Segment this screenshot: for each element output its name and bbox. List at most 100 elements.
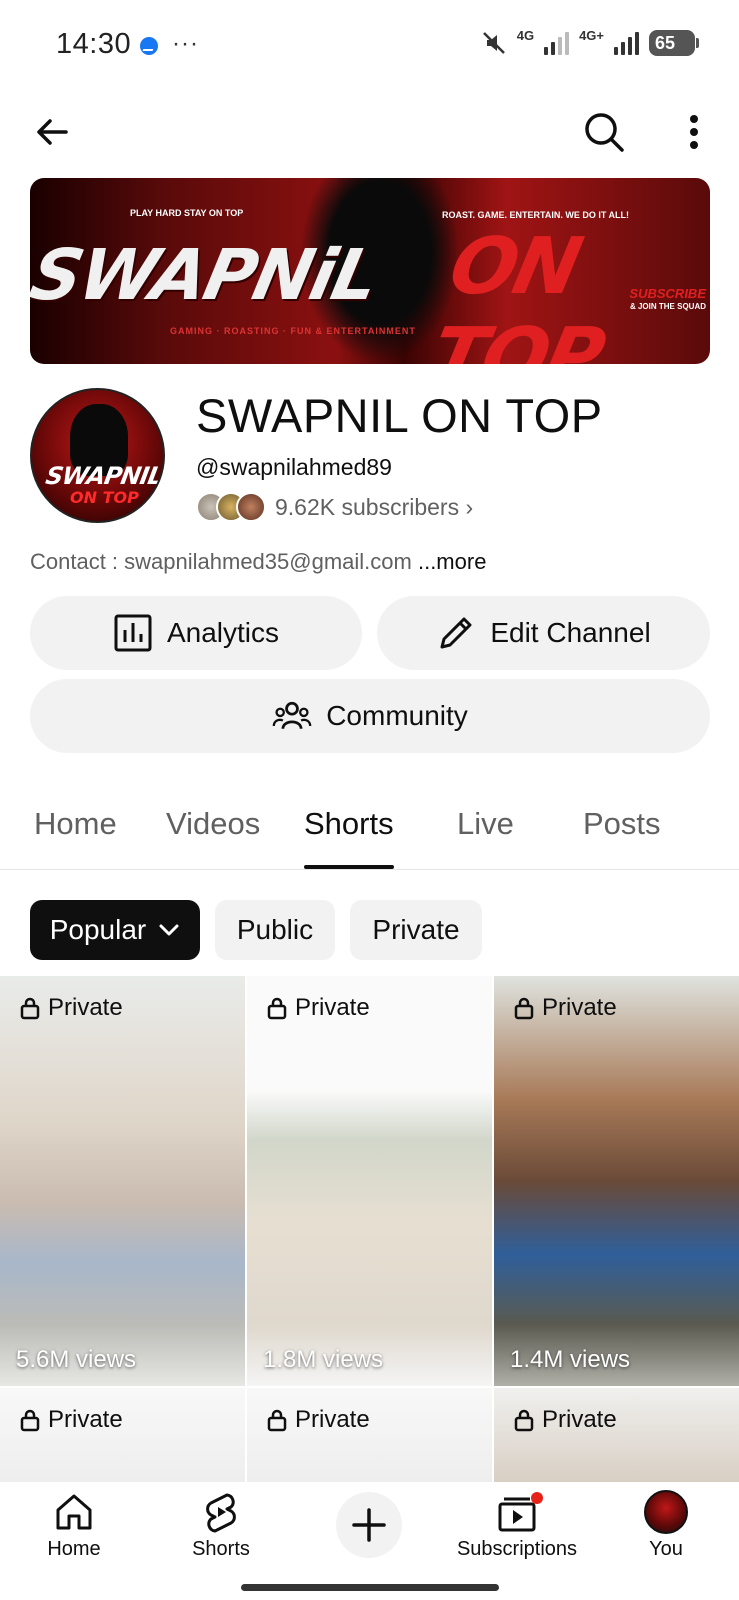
channel-name: SWAPNIL ON TOP: [196, 389, 603, 442]
plus-icon: [352, 1508, 386, 1542]
lock-icon: [20, 1409, 40, 1432]
avatar-text-top: SWAPNIL: [43, 462, 165, 490]
short-thumbnail[interactable]: Private: [247, 1388, 492, 1482]
lock-icon: [267, 997, 287, 1020]
view-count: 5.6M views: [16, 1346, 137, 1373]
shorts-icon: [206, 1493, 236, 1533]
more-options-icon[interactable]: [678, 110, 710, 154]
more-notifications-icon: ···: [172, 30, 199, 57]
tab-videos[interactable]: Videos: [166, 806, 260, 842]
active-tab-indicator: [304, 865, 394, 869]
edit-channel-label: Edit Channel: [490, 617, 651, 648]
status-indicators: 4G 4G+ 65: [481, 27, 699, 56]
banner-subscribe-text: SUBSCRIBE: [629, 286, 706, 301]
edit-channel-button[interactable]: Edit Channel: [377, 596, 710, 670]
shorts-grid: Private 5.6M views Private 1.8M views Pr…: [0, 976, 739, 1482]
lock-icon: [267, 1409, 287, 1432]
community-icon: [272, 701, 312, 730]
network-label-1: 4G: [516, 27, 535, 43]
private-badge-label: Private: [542, 1406, 617, 1433]
nav-home-label: Home: [47, 1538, 101, 1560]
filter-chip-private-label: Private: [372, 914, 460, 945]
tab-posts[interactable]: Posts: [583, 806, 661, 842]
filter-chip-private[interactable]: Private: [350, 900, 482, 960]
private-badge-label: Private: [295, 994, 370, 1021]
short-thumbnail[interactable]: Private 5.6M views: [0, 976, 245, 1386]
private-badge: Private: [267, 994, 370, 1022]
chevron-down-icon: [159, 924, 179, 936]
banner-title-left: SWAPNiL: [30, 234, 385, 316]
banner-subscribe-subtext: & JOIN THE SQUAD: [629, 302, 706, 311]
contact-text: Contact : swapnilahmed35@gmail.com: [30, 549, 418, 574]
home-indicator[interactable]: [241, 1584, 499, 1591]
private-badge: Private: [267, 1406, 370, 1434]
lock-icon: [20, 997, 40, 1020]
profile-avatar: [644, 1490, 688, 1534]
filter-chip-public-label: Public: [236, 914, 314, 945]
status-bar: 14:30 ··· 4G 4G+ 65: [0, 0, 739, 92]
create-button[interactable]: [336, 1492, 402, 1558]
more-link[interactable]: ...more: [418, 549, 486, 574]
filter-chip-popular-label: Popular: [49, 914, 147, 945]
filter-chip-popular[interactable]: Popular: [30, 900, 200, 960]
short-thumbnail[interactable]: Private: [0, 1388, 245, 1482]
banner-category-strip: GAMING · ROASTING · FUN & ENTERTAINMENT: [170, 326, 416, 336]
private-badge: Private: [514, 994, 617, 1022]
nav-subscriptions[interactable]: Subscriptions: [452, 1490, 582, 1561]
subscriber-avatars[interactable]: [196, 492, 268, 524]
notification-dot: [531, 1492, 543, 1504]
top-app-bar: [0, 100, 739, 164]
back-arrow-icon[interactable]: [30, 110, 74, 154]
view-count: 1.4M views: [510, 1346, 631, 1373]
tab-live[interactable]: Live: [457, 806, 514, 842]
lock-icon: [514, 1409, 534, 1432]
analytics-button[interactable]: Analytics: [30, 596, 362, 670]
nav-subscriptions-label: Subscriptions: [456, 1538, 578, 1560]
tab-home[interactable]: Home: [34, 806, 117, 842]
short-thumbnail[interactable]: Private 1.4M views: [494, 976, 739, 1386]
pencil-icon: [440, 617, 472, 649]
filter-chip-public[interactable]: Public: [215, 900, 335, 960]
search-icon[interactable]: [582, 110, 626, 154]
lock-icon: [514, 997, 534, 1020]
nav-home[interactable]: Home: [40, 1490, 108, 1561]
battery-icon: 65: [649, 30, 699, 56]
mute-icon: [482, 32, 505, 54]
nav-shorts[interactable]: Shorts: [186, 1490, 256, 1561]
status-time: 14:30: [56, 28, 132, 60]
avatar-text-bottom: ON TOP: [70, 488, 139, 507]
private-badge-label: Private: [542, 994, 617, 1021]
messenger-icon: [140, 37, 158, 55]
signal-strength-2-icon: [614, 31, 639, 55]
subscriber-count-link[interactable]: 9.62K subscribers ›: [275, 494, 473, 521]
channel-tabs: Home Videos Shorts Live Posts: [0, 790, 739, 870]
nav-shorts-label: Shorts: [192, 1538, 250, 1560]
channel-banner: PLAY HARD STAY ON TOP ROAST. GAME. ENTER…: [30, 178, 710, 364]
private-badge: Private: [514, 1406, 617, 1434]
community-button[interactable]: Community: [30, 679, 710, 753]
private-badge: Private: [20, 1406, 123, 1434]
nav-you-label: You: [649, 1538, 683, 1560]
tab-shorts[interactable]: Shorts: [304, 806, 394, 842]
channel-description[interactable]: Contact : swapnilahmed35@gmail.com ...mo…: [30, 549, 486, 575]
banner-tagline-left: PLAY HARD STAY ON TOP: [130, 208, 244, 218]
private-badge: Private: [20, 994, 123, 1022]
private-badge-label: Private: [295, 1406, 370, 1433]
channel-avatar[interactable]: SWAPNIL ON TOP: [30, 388, 165, 523]
short-thumbnail[interactable]: Private 1.8M views: [247, 976, 492, 1386]
private-badge-label: Private: [48, 1406, 123, 1433]
view-count: 1.8M views: [263, 1346, 384, 1373]
network-label-2: 4G+: [579, 27, 604, 43]
home-icon: [56, 1494, 92, 1530]
bottom-navigation: Home Shorts Subscriptions You: [0, 1482, 739, 1600]
subscriptions-icon-wrap: [495, 1490, 543, 1534]
subscriber-avatar: [236, 492, 266, 522]
signal-strength-1-icon: [544, 31, 570, 55]
banner-tagline-right: ROAST. GAME. ENTERTAIN. WE DO IT ALL!: [442, 210, 629, 220]
short-thumbnail[interactable]: Private: [494, 1388, 739, 1482]
channel-handle: @swapnilahmed89: [196, 454, 392, 480]
analytics-icon: [114, 614, 152, 652]
nav-you[interactable]: You: [634, 1490, 698, 1561]
analytics-label: Analytics: [166, 617, 280, 648]
community-label: Community: [326, 700, 468, 731]
